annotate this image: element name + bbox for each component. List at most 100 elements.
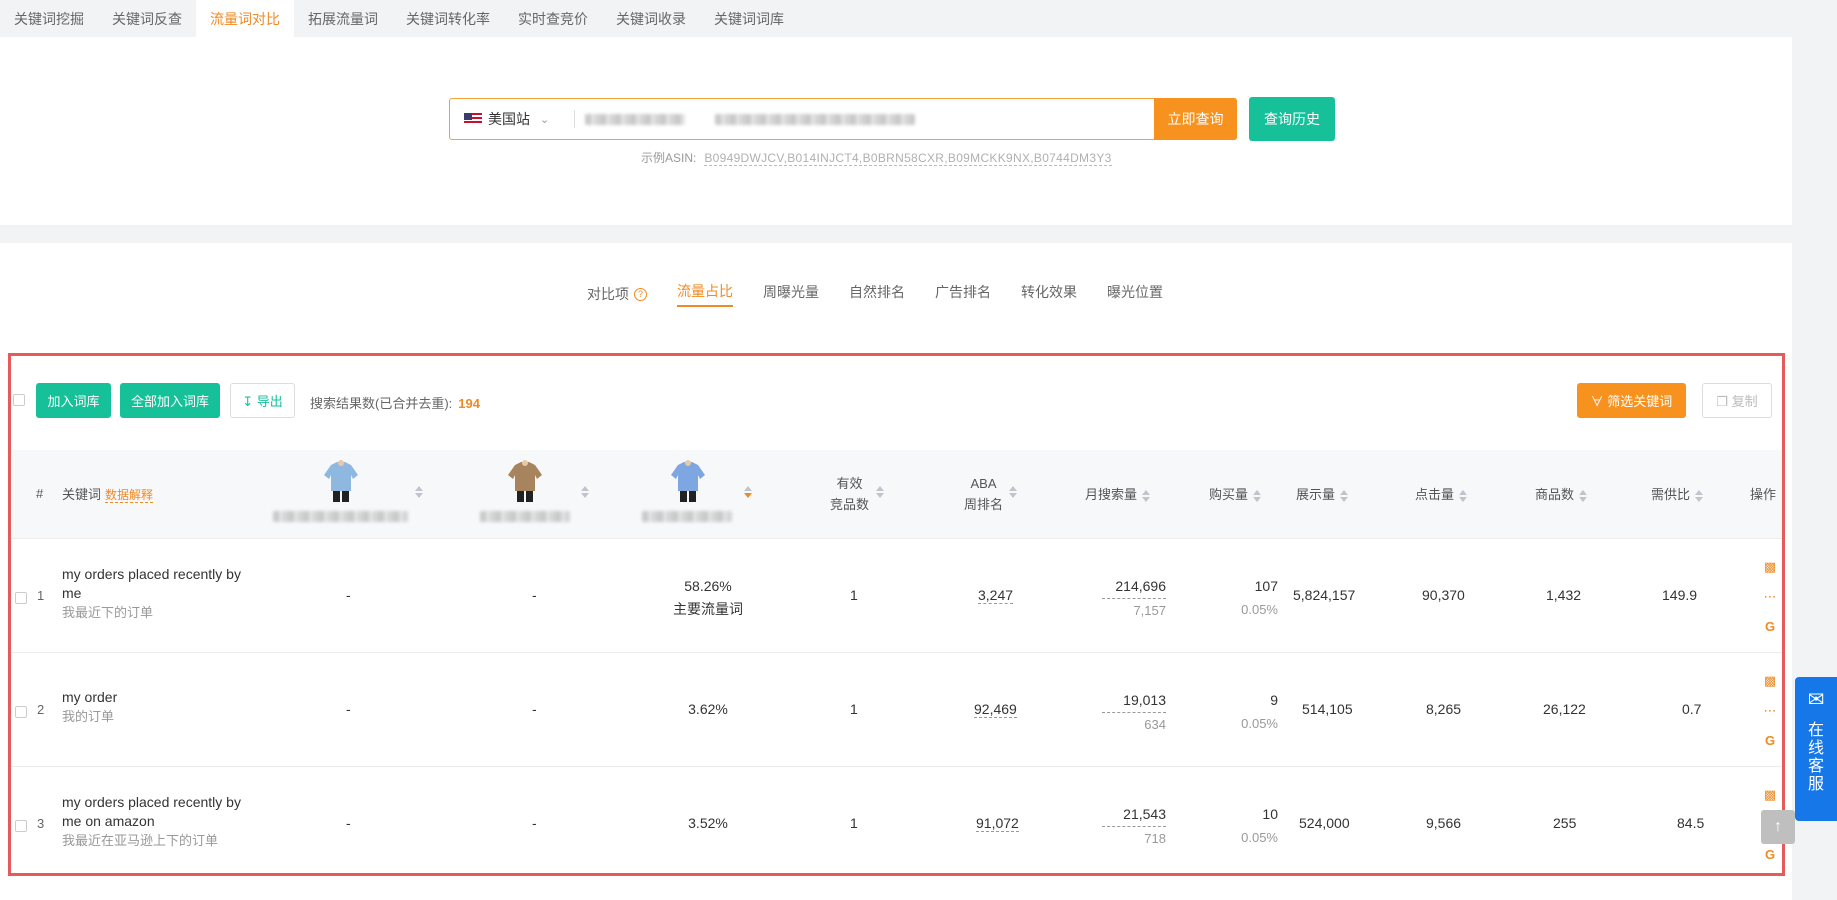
header-clicks[interactable]: 点击量 [1415,484,1468,503]
product2-share: - [532,701,537,717]
select-all-checkbox[interactable] [13,394,25,406]
site-label: 美国站 [488,111,530,127]
tab-conversion-rate[interactable]: 关键词转化率 [392,0,504,37]
aba-rank[interactable]: 3,247 [978,587,1014,604]
history-button[interactable]: 查询历史 [1249,97,1335,141]
sort-icon[interactable] [1579,489,1588,502]
keyword-text[interactable]: my orders placed recently by me [62,565,252,603]
site-select[interactable]: 美国站 ⌄ [450,109,566,129]
tab-traffic-share[interactable]: 流量占比 [677,281,733,307]
header-monthly-label: 月搜索量 [1085,487,1138,502]
header-competitors: 有效 竞品数 [830,473,869,515]
table-row: 1 my orders placed recently by me 我最近下的订单… [12,538,1782,652]
sort-icon[interactable] [1253,489,1262,502]
tab-organic-rank[interactable]: 自然排名 [849,282,905,306]
share-tag: 主要流量词 [673,601,743,617]
keyword-cell: my orders placed recently by me on amazo… [62,793,252,850]
tab-keyword-index[interactable]: 关键词收录 [602,0,700,37]
share-value: 58.26% [684,578,732,594]
bar-chart-icon[interactable]: ▩ [1762,557,1778,587]
header-impressions[interactable]: 展示量 [1296,484,1349,503]
sort-icon[interactable] [1340,489,1349,502]
back-to-top-button[interactable]: ↑ [1761,810,1795,844]
sort-icon[interactable] [1695,489,1704,502]
sort-icon[interactable] [581,486,589,498]
header-products[interactable]: 商品数 [1535,484,1588,503]
sort-icon[interactable] [1459,489,1468,502]
tab-keyword-library[interactable]: 关键词词库 [700,0,798,37]
sort-icon[interactable] [415,486,423,498]
header-purchase-label: 购买量 [1209,487,1249,502]
header-purchase[interactable]: 购买量 [1209,484,1262,503]
tab-exposure-position[interactable]: 曝光位置 [1107,282,1163,306]
export-button[interactable]: ↧ 导出 [230,383,295,418]
monthly-value[interactable]: 19,013 [1102,689,1166,713]
tab-expand-traffic[interactable]: 拓展流量词 [294,0,392,37]
arrow-up-icon: ↑ [1774,818,1782,835]
purchase: 10 0.05% [1222,803,1278,849]
bar-chart-icon[interactable]: ▩ [1762,671,1778,701]
row-index: 1 [37,588,45,603]
product-image-2[interactable] [505,459,545,503]
example-asin-list[interactable]: B0949DWJCV,B014INJCT4,B0BRN58CXR,B09MCKK… [704,151,1112,166]
google-icon[interactable]: G [1762,845,1778,875]
tab-conversion[interactable]: 转化效果 [1021,282,1077,306]
query-button[interactable]: 立即查询 [1154,98,1237,140]
impressions: 514,105 [1302,701,1353,717]
row-actions: ▩⋯G [1762,557,1778,647]
product-image-3[interactable] [668,459,708,503]
row-checkbox[interactable] [15,820,27,832]
sort-icon[interactable] [1009,486,1017,498]
competitor-count: 1 [850,815,858,831]
more-icon[interactable]: ⋯ [1762,701,1778,731]
compare-label: 对比项 ? [587,284,647,304]
tab-traffic-compare[interactable]: 流量词对比 [196,0,294,37]
online-support-button[interactable]: ✉ 在线客服 [1795,677,1837,821]
supply-ratio: 0.7 [1682,701,1702,717]
purchase-value: 107 [1254,578,1278,594]
row-checkbox[interactable] [15,592,27,604]
example-asin: 示例ASIN: B0949DWJCV,B014INJCT4,B0BRN58CXR,… [641,149,1112,166]
help-icon[interactable]: ? [634,287,647,301]
tab-keyword-reverse[interactable]: 关键词反查 [98,0,196,37]
header-aba-rank: ABA 周排名 [964,473,1003,515]
asin-input-2[interactable] [715,113,915,125]
table-row: 3 my orders placed recently by me on ama… [12,766,1782,880]
sort-icon[interactable] [876,486,884,498]
header-aba-2: 周排名 [964,497,1004,512]
add-to-library-button[interactable]: 加入词库 [36,383,111,418]
tab-weekly-impressions[interactable]: 周曝光量 [763,282,819,306]
keyword-cell: my orders placed recently by me 我最近下的订单 [62,565,252,622]
row-checkbox[interactable] [15,706,27,718]
keyword-text[interactable]: my order [62,688,252,707]
header-ratio-label: 需供比 [1651,487,1691,502]
header-ratio[interactable]: 需供比 [1651,484,1704,503]
add-all-to-library-button[interactable]: 全部加入词库 [120,383,220,418]
product-asin-1 [273,511,408,522]
header-index: # [36,486,44,501]
copy-icon: ❐ [1716,394,1732,409]
sort-icon[interactable] [1142,489,1151,502]
header-impressions-label: 展示量 [1296,487,1336,502]
data-explain-link[interactable]: 数据解释 [105,488,154,503]
keyword-text[interactable]: my orders placed recently by me on amazo… [62,793,252,831]
more-icon[interactable]: ⋯ [1762,587,1778,617]
copy-button[interactable]: ❐ 复制 [1702,383,1772,418]
tab-ad-rank[interactable]: 广告排名 [935,282,991,306]
google-icon[interactable]: G [1762,617,1778,647]
aba-rank[interactable]: 92,469 [974,701,1017,718]
tab-realtime-bid[interactable]: 实时查竞价 [504,0,602,37]
google-icon[interactable]: G [1762,731,1778,761]
asin-input-1[interactable] [585,113,685,125]
filter-keywords-button[interactable]: ∀ 筛选关键词 [1577,383,1686,418]
product1-share: - [346,701,351,717]
header-keyword: 关键词 数据解释 [62,484,154,503]
monthly-value[interactable]: 214,696 [1102,575,1166,599]
sort-icon[interactable] [744,486,752,498]
clicks: 9,566 [1426,815,1462,831]
monthly-value[interactable]: 21,543 [1102,803,1166,827]
tab-keyword-mining[interactable]: 关键词挖掘 [0,0,98,37]
aba-rank[interactable]: 91,072 [976,815,1019,832]
header-monthly-search[interactable]: 月搜索量 [1085,484,1151,503]
product-image-1[interactable] [321,459,361,503]
